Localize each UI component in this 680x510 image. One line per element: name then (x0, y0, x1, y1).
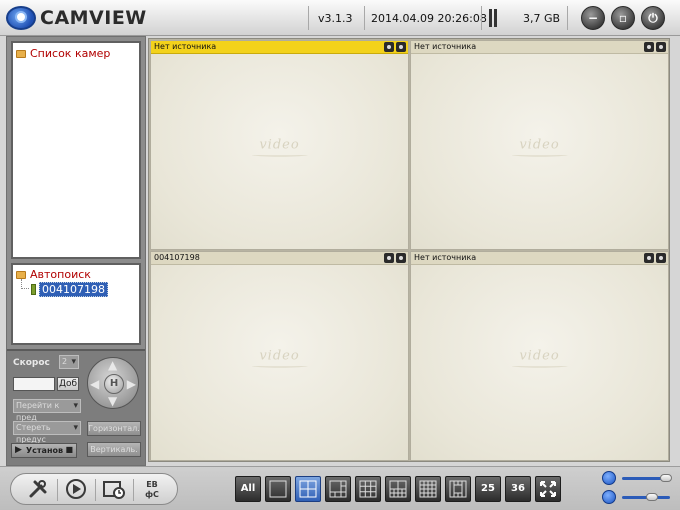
settings-tools-icon[interactable] (25, 478, 51, 502)
speed-select[interactable]: 2 (59, 355, 79, 369)
separator (364, 6, 365, 30)
separator (57, 479, 58, 501)
video-cell-label: Нет источника (414, 42, 477, 51)
version-label: v3.1.3 (318, 12, 353, 25)
pan-right-icon[interactable]: ▶ (127, 378, 136, 390)
maximize-button[interactable]: ▫ (611, 6, 635, 30)
bottom-toolbar: ЕВ фС All 25 36 (0, 466, 680, 510)
speaker-icon[interactable] (602, 490, 616, 504)
layout-all-button[interactable]: All (235, 476, 261, 502)
layout-9-button[interactable] (355, 476, 381, 502)
camview-logo-icon (6, 6, 36, 30)
snapshot-icon[interactable] (384, 42, 394, 52)
snapshot-icon[interactable] (384, 253, 394, 263)
language-icon[interactable]: ЕВ фС (139, 478, 165, 502)
video-cell[interactable]: Нет источника video (410, 40, 669, 250)
camera-list-panel[interactable]: Список камер (11, 41, 141, 259)
layout-4-button[interactable] (295, 476, 321, 502)
autosearch-item[interactable]: 004107198 (31, 282, 108, 297)
speaker-volume-knob[interactable] (646, 493, 658, 501)
folder-icon (16, 49, 26, 58)
autosearch-title: Автопоиск (30, 268, 91, 281)
ptz-control-panel: Скорос 2 Доб Перейти к пред Стереть пред… (7, 349, 145, 465)
video-cell-header: Нет источника (411, 252, 668, 265)
folder-icon (16, 270, 26, 279)
stop-icon[interactable]: ■ (65, 445, 73, 454)
video-watermark: video (251, 137, 309, 157)
video-watermark: video (511, 137, 569, 157)
separator (133, 479, 134, 501)
autosearch-item-label: 004107198 (39, 282, 108, 297)
camera-list-root[interactable]: Список камер (16, 47, 110, 60)
schedule-icon[interactable] (101, 478, 127, 502)
left-panel: Список камер Автопоиск 004107198 Скорос … (6, 36, 146, 466)
camera-icon (31, 284, 36, 295)
layout-1-button[interactable] (265, 476, 291, 502)
video-grid: Нет источника video Нет источника video … (148, 38, 670, 462)
disk-space-label: 3,7 GB (523, 12, 561, 25)
goto-preset-select[interactable]: Перейти к пред (13, 399, 81, 422)
tree-connector (21, 279, 29, 289)
fullscreen-button[interactable] (535, 476, 561, 502)
layout-6-button[interactable] (325, 476, 351, 502)
home-icon[interactable]: H (104, 374, 124, 394)
layout-25-button[interactable]: 25 (475, 476, 501, 502)
pan-up-icon[interactable]: ▲ (108, 359, 117, 371)
record-icon[interactable] (396, 42, 406, 52)
video-cell-header: Нет источника (411, 41, 668, 54)
video-cell-label: Нет источника (154, 42, 217, 51)
play-icon: ▶ (15, 445, 22, 455)
setup-label: Установ (26, 446, 64, 455)
layout-13-button[interactable] (445, 476, 471, 502)
video-cell-label: Нет источника (414, 253, 477, 262)
layout-10-button[interactable] (385, 476, 411, 502)
vertical-patrol-button[interactable]: Вертикаль. (87, 442, 141, 457)
layout-36-button[interactable]: 36 (505, 476, 531, 502)
video-cell[interactable]: 004107198 video (150, 251, 409, 461)
separator (481, 6, 482, 30)
datetime-label: 2014.04.09 20:26:08 (371, 12, 487, 25)
minimize-button[interactable]: − (581, 6, 605, 30)
video-cell-label: 004107198 (154, 253, 200, 262)
delete-preset-select[interactable]: Стереть предус (13, 421, 81, 444)
layout-16-button[interactable] (415, 476, 441, 502)
video-watermark: video (511, 348, 569, 368)
pan-down-icon[interactable]: ▼ (108, 395, 117, 407)
separator (95, 479, 96, 501)
video-cell[interactable]: Нет источника video (150, 40, 409, 250)
ptz-joystick[interactable]: ▲ ▼ ◀ ▶ H (87, 357, 139, 409)
title-bar: CAMVIEW v3.1.3 2014.04.09 20:26:08 3,7 G… (0, 0, 680, 36)
video-cell-header: 004107198 (151, 252, 408, 265)
separator (308, 6, 309, 30)
microphone-volume-knob[interactable] (660, 474, 672, 482)
microphone-icon[interactable] (602, 471, 616, 485)
preset-name-input[interactable] (13, 377, 55, 391)
record-icon[interactable] (656, 42, 666, 52)
app-name: CAMVIEW (40, 7, 147, 29)
pan-left-icon[interactable]: ◀ (90, 378, 99, 390)
playback-icon[interactable] (63, 478, 89, 502)
horizontal-patrol-button[interactable]: Горизонтал. (87, 421, 141, 436)
video-watermark: video (251, 348, 309, 368)
power-button[interactable]: ⏻ (641, 6, 665, 30)
record-icon[interactable] (656, 253, 666, 263)
app-logo: CAMVIEW (6, 5, 147, 31)
snapshot-icon[interactable] (644, 42, 654, 52)
camera-list-title: Список камер (30, 47, 111, 60)
autosearch-panel[interactable]: Автопоиск 004107198 (11, 263, 141, 345)
add-preset-button[interactable]: Доб (57, 377, 79, 391)
setup-bar[interactable]: ▶ Установ ■ (11, 443, 77, 458)
snapshot-icon[interactable] (644, 253, 654, 263)
tools-group: ЕВ фС (10, 473, 178, 505)
video-cell[interactable]: Нет источника video (410, 251, 669, 461)
speed-label: Скорос (13, 358, 50, 368)
record-icon[interactable] (396, 253, 406, 263)
video-cell-header: Нет источника (151, 41, 408, 54)
separator (567, 6, 568, 30)
disk-icon (489, 9, 501, 27)
